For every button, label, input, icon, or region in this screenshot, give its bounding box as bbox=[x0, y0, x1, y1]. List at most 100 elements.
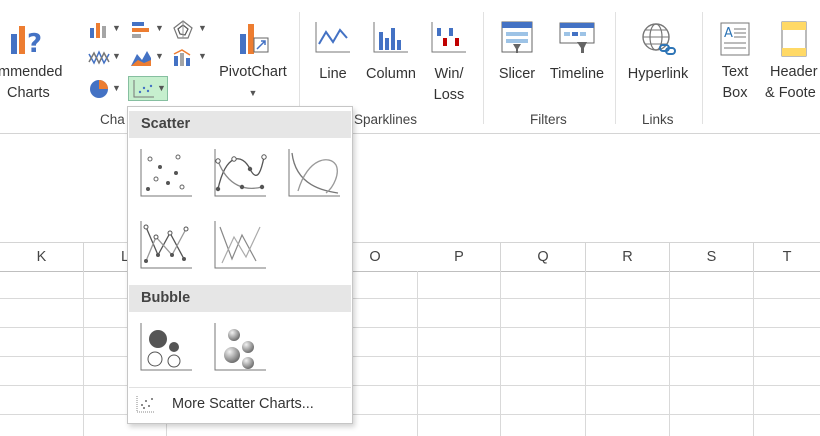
row-line bbox=[0, 356, 820, 357]
sparkline-line-button[interactable]: Line bbox=[308, 20, 358, 85]
slicer-icon bbox=[501, 21, 533, 53]
hyperlink-button[interactable]: Hyperlink bbox=[620, 20, 696, 85]
scatter-small-icon bbox=[136, 396, 155, 413]
scatter-straight-markers-option[interactable] bbox=[138, 219, 194, 271]
sparkline-winloss-label-2: Loss bbox=[433, 87, 465, 103]
bar-chart-dropdown[interactable]: ▼ bbox=[130, 20, 166, 40]
pivotchart-button[interactable]: PivotChart ▼ bbox=[212, 20, 294, 104]
scatter-straight-option[interactable] bbox=[212, 219, 268, 271]
chevron-down-icon: ▼ bbox=[155, 23, 164, 33]
bubble-icon bbox=[140, 323, 192, 371]
scatter-markers-icon bbox=[140, 149, 192, 197]
column-header-q[interactable]: Q bbox=[501, 243, 586, 271]
line-sparkline-icon bbox=[315, 22, 350, 53]
bubble-option[interactable] bbox=[138, 321, 194, 373]
bubble-section-header: Bubble bbox=[129, 285, 351, 312]
sparkline-winloss-button[interactable]: Win/ Loss bbox=[426, 20, 472, 106]
slicer-button[interactable]: Slicer bbox=[493, 20, 541, 85]
hyperlink-label: Hyperlink bbox=[627, 66, 689, 82]
recommended-charts-button[interactable]: ? mmended Charts bbox=[0, 20, 82, 104]
scatter-smooth-option[interactable] bbox=[286, 147, 342, 199]
pie-chart-dropdown[interactable]: ▼ bbox=[88, 78, 124, 100]
charts-group-label: Cha bbox=[100, 112, 125, 127]
recommended-charts-icon: ? bbox=[11, 26, 42, 58]
col-line bbox=[669, 271, 670, 436]
column-header-r[interactable]: R bbox=[586, 243, 670, 271]
bubble-3d-icon bbox=[214, 323, 266, 371]
col-line bbox=[500, 271, 501, 436]
chevron-down-icon: ▼ bbox=[157, 83, 166, 93]
row-line bbox=[0, 385, 820, 386]
radar-chart-dropdown[interactable]: ▼ bbox=[172, 20, 208, 40]
column-header-k[interactable]: K bbox=[0, 243, 84, 271]
pivotchart-icon bbox=[240, 24, 269, 54]
scatter-smooth-lines-icon bbox=[288, 149, 340, 197]
ribbon: ? mmended Charts ▼ ▼ ▼ ▼ ▼ ▼ ▼ ▼ PivotCh… bbox=[0, 0, 820, 134]
bubble-3d-option[interactable] bbox=[212, 321, 268, 373]
timeline-button[interactable]: Timeline bbox=[544, 20, 610, 85]
column-chart-dropdown[interactable]: ▼ bbox=[88, 20, 124, 40]
sparkline-column-button[interactable]: Column bbox=[360, 20, 422, 85]
column-header-t[interactable]: T bbox=[754, 243, 820, 271]
chevron-down-icon: ▼ bbox=[112, 51, 121, 61]
column-headers: K L O P Q R S T bbox=[0, 242, 820, 272]
radar-chart-icon bbox=[173, 20, 193, 39]
row-line bbox=[0, 298, 820, 299]
column-sparkline-icon bbox=[373, 22, 408, 53]
sparkline-winloss-label-1: Win/ bbox=[434, 66, 464, 82]
scatter-chart-icon bbox=[133, 80, 154, 98]
pie-chart-icon bbox=[90, 80, 108, 98]
scatter-option[interactable] bbox=[138, 147, 194, 199]
more-scatter-charts-label: More Scatter Charts... bbox=[172, 396, 314, 412]
sparklines-group-label: Sparklines bbox=[354, 112, 418, 127]
row-line bbox=[0, 414, 820, 415]
chevron-down-icon: ▼ bbox=[198, 51, 207, 61]
sparkline-line-label: Line bbox=[319, 66, 347, 82]
pivotchart-label: PivotChart bbox=[219, 64, 287, 80]
chevron-down-icon: ▼ bbox=[248, 88, 258, 98]
scatter-chart-dropdown[interactable]: ▼ bbox=[128, 76, 168, 101]
area-chart-dropdown[interactable]: ▼ bbox=[130, 48, 166, 68]
sparkline-column-label: Column bbox=[366, 66, 416, 82]
bar-chart-icon bbox=[132, 22, 149, 38]
globe-link-icon bbox=[642, 23, 676, 55]
col-line bbox=[83, 271, 84, 436]
column-header-s[interactable]: S bbox=[670, 243, 754, 271]
scatter-smooth-markers-option[interactable] bbox=[212, 147, 268, 199]
svg-text:A: A bbox=[724, 26, 733, 41]
area-chart-icon bbox=[131, 51, 151, 66]
header-footer-label-1: Header bbox=[770, 64, 818, 80]
timeline-label: Timeline bbox=[549, 66, 605, 82]
scatter-section-header: Scatter bbox=[129, 111, 351, 138]
row-line bbox=[0, 327, 820, 328]
winloss-sparkline-icon bbox=[431, 22, 466, 53]
combo-chart-icon bbox=[173, 49, 191, 66]
separator bbox=[483, 12, 484, 124]
textbox-label-2: Box bbox=[722, 85, 748, 101]
menu-separator bbox=[129, 387, 351, 388]
timeline-icon bbox=[559, 22, 595, 53]
combo-chart-dropdown[interactable]: ▼ bbox=[172, 48, 208, 68]
links-group-label: Links bbox=[642, 112, 674, 127]
scatter-straight-markers-icon bbox=[140, 221, 192, 269]
recommended-charts-label-2: Charts bbox=[7, 85, 50, 101]
header-footer-label-2: & Foote bbox=[765, 85, 816, 101]
scatter-straight-lines-icon bbox=[214, 221, 266, 269]
chevron-down-icon: ▼ bbox=[198, 23, 207, 33]
textbox-icon: A bbox=[720, 22, 750, 56]
slicer-label: Slicer bbox=[498, 66, 536, 82]
chevron-down-icon: ▼ bbox=[155, 51, 164, 61]
worksheet-grid[interactable]: K L O P Q R S T bbox=[0, 134, 820, 436]
more-scatter-charts-link[interactable]: More Scatter Charts... bbox=[132, 389, 346, 419]
stock-chart-icon bbox=[88, 50, 110, 65]
recommended-charts-label-1: mmended bbox=[0, 64, 63, 80]
column-header-p[interactable]: P bbox=[418, 243, 501, 271]
col-line bbox=[585, 271, 586, 436]
separator bbox=[702, 12, 703, 124]
header-footer-icon bbox=[781, 21, 807, 57]
scatter-dropdown-menu: Scatter Bubble More Scatter Charts... bbox=[127, 106, 353, 424]
textbox-button[interactable]: A Text Box bbox=[710, 20, 760, 104]
svg-text:?: ? bbox=[27, 29, 42, 58]
header-footer-button[interactable]: Header & Foote bbox=[762, 20, 820, 104]
stock-chart-dropdown[interactable]: ▼ bbox=[88, 48, 124, 68]
